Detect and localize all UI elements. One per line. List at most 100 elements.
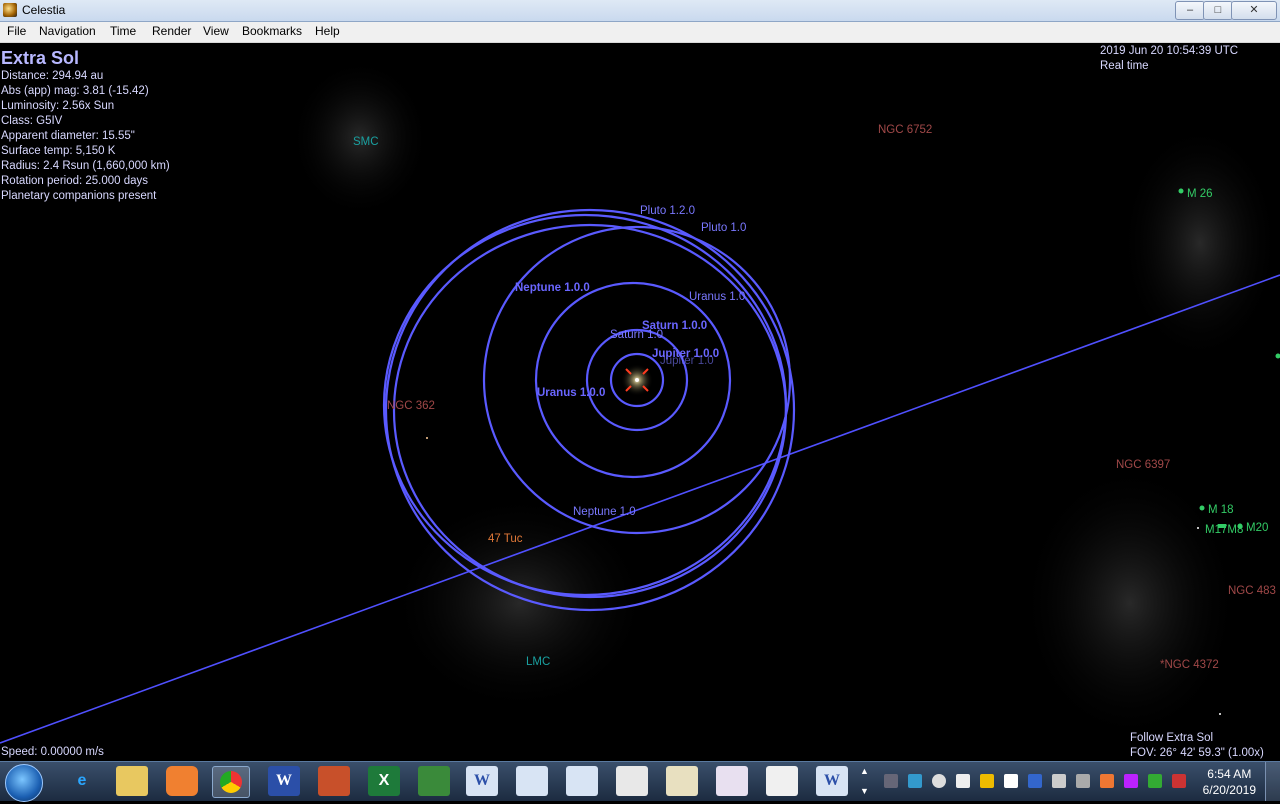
powerpoint-icon[interactable]: [318, 766, 350, 796]
label-ngc-483x[interactable]: NGC 483: [1228, 585, 1276, 597]
menu-bar: File Navigation Time Render View Bookmar…: [0, 22, 1280, 43]
clock-date: 6/20/2019: [1203, 782, 1256, 798]
label-ngc-4372[interactable]: *NGC 4372: [1160, 659, 1219, 671]
label-ngc-6752[interactable]: NGC 6752: [878, 124, 932, 136]
label-lmc[interactable]: LMC: [526, 656, 550, 668]
info-rotation-period: Rotation period: 25.000 days: [1, 174, 170, 189]
document-icon[interactable]: [566, 766, 598, 796]
m18-marker: [1200, 506, 1205, 511]
time-panel: 2019 Jun 20 10:54:39 UTC Real time: [1100, 44, 1238, 74]
media-player-icon[interactable]: [166, 766, 198, 796]
label-pluto-a[interactable]: Pluto 1.2.0: [640, 205, 695, 217]
tray-app-icon[interactable]: [1124, 774, 1138, 788]
volume-icon[interactable]: [1052, 774, 1066, 788]
document-icon[interactable]: [716, 766, 748, 796]
minimize-button[interactable]: –: [1175, 1, 1205, 20]
faint-star-3: [1197, 527, 1199, 529]
window-titlebar: Celestia – □ ✕: [0, 0, 1280, 22]
space-view[interactable]: Extra Sol Distance: 294.94 au Abs (app) …: [0, 43, 1280, 761]
label-neptune-a[interactable]: Neptune 1.0.0: [515, 282, 590, 294]
label-pluto-b[interactable]: Pluto 1.0: [701, 222, 746, 234]
label-jupiter-b[interactable]: Jupiter 1.0: [660, 355, 714, 367]
close-button[interactable]: ✕: [1231, 1, 1277, 20]
label-uranus-b[interactable]: Uranus 1.0.0: [537, 387, 605, 399]
label-m18[interactable]: M 18: [1208, 504, 1234, 516]
chrome-icon[interactable]: [212, 766, 250, 798]
label-ngc-6397[interactable]: NGC 6397: [1116, 459, 1170, 471]
star-core: [635, 378, 639, 382]
celestia-app-icon[interactable]: [3, 3, 17, 17]
tray-cloud-icon[interactable]: [908, 774, 922, 788]
speed-readout: Speed: 0.00000 m/s: [1, 745, 104, 760]
menu-navigation[interactable]: Navigation: [39, 24, 96, 38]
security-icon[interactable]: [980, 774, 994, 788]
info-surface-temp: Surface temp: 5,150 K: [1, 144, 170, 159]
dropbox-icon[interactable]: [956, 774, 970, 788]
signal-icon[interactable]: [1076, 774, 1090, 788]
faint-star: [426, 437, 428, 439]
excel-icon[interactable]: X: [368, 766, 400, 796]
tray-alert-icon[interactable]: [1172, 774, 1186, 788]
word-icon[interactable]: W: [268, 766, 300, 796]
simulation-date: 2019 Jun 20 10:54:39 UTC: [1100, 44, 1238, 59]
document-icon[interactable]: [516, 766, 548, 796]
tray-app-icon[interactable]: [884, 774, 898, 788]
orbit-renderer: [0, 43, 1280, 761]
document-icon[interactable]: [616, 766, 648, 796]
info-luminosity: Luminosity: 2.56x Sun: [1, 99, 170, 114]
time-mode: Real time: [1100, 59, 1238, 74]
milky-way-patch-2: [1020, 463, 1240, 743]
info-magnitude: Abs (app) mag: 3.81 (-15.42): [1, 84, 170, 99]
publisher-icon[interactable]: [418, 766, 450, 796]
info-class: Class: G5IV: [1, 114, 170, 129]
action-center-flag-icon[interactable]: [1004, 774, 1018, 788]
info-distance: Distance: 294.94 au: [1, 69, 170, 84]
menu-file[interactable]: File: [7, 24, 26, 38]
tray-tool-icon[interactable]: [1100, 774, 1114, 788]
menu-bookmarks[interactable]: Bookmarks: [242, 24, 302, 38]
menu-help[interactable]: Help: [315, 24, 340, 38]
menu-view[interactable]: View: [203, 24, 229, 38]
faint-star-2: [1219, 713, 1221, 715]
m26-marker: [1179, 189, 1184, 194]
tray-scroll-icon[interactable]: ▲▼: [860, 766, 870, 796]
maximize-button[interactable]: □: [1203, 1, 1233, 20]
info-radius: Radius: 2.4 Rsun (1,660,000 km): [1, 159, 170, 174]
milky-way-patch: [1120, 123, 1280, 363]
window-title: Celestia: [22, 3, 65, 17]
label-m20[interactable]: M20: [1246, 522, 1268, 534]
clock-time: 6:54 AM: [1203, 766, 1256, 782]
word-document-icon[interactable]: W: [466, 766, 498, 796]
windows-taskbar: e W X W W ▲▼ 6:54 AM 6/20/2019: [0, 761, 1280, 801]
fov-readout: FOV: 26° 42' 59.3" (1.00x): [1130, 746, 1264, 761]
view-status: Follow Extra Sol FOV: 26° 42' 59.3" (1.0…: [1130, 731, 1264, 761]
tray-status-icon[interactable]: [1148, 774, 1162, 788]
label-m26[interactable]: M 26: [1187, 188, 1213, 200]
internet-explorer-icon[interactable]: e: [66, 766, 98, 796]
label-m17-m8[interactable]: M17M8: [1205, 524, 1243, 536]
info-planetary-companions: Planetary companions present: [1, 189, 170, 204]
onedrive-icon[interactable]: [932, 774, 946, 788]
document-icon[interactable]: [766, 766, 798, 796]
object-info-panel: Distance: 294.94 au Abs (app) mag: 3.81 …: [1, 69, 170, 204]
show-desktop-button[interactable]: [1265, 762, 1280, 801]
label-ngc-362[interactable]: NGC 362: [387, 400, 435, 412]
start-button[interactable]: [5, 764, 43, 802]
selected-object-name: Extra Sol: [1, 48, 79, 69]
menu-render[interactable]: Render: [152, 24, 191, 38]
label-smc[interactable]: SMC: [353, 136, 379, 148]
label-saturn-b[interactable]: Saturn 1.0: [610, 329, 663, 341]
menu-time[interactable]: Time: [110, 24, 136, 38]
document-icon[interactable]: [666, 766, 698, 796]
system-clock[interactable]: 6:54 AM 6/20/2019: [1203, 766, 1256, 798]
network-device-icon[interactable]: [1028, 774, 1042, 788]
info-apparent-diameter: Apparent diameter: 15.55": [1, 129, 170, 144]
follow-status: Follow Extra Sol: [1130, 731, 1264, 746]
label-neptune-b[interactable]: Neptune 1.0: [573, 506, 636, 518]
label-uranus-a[interactable]: Uranus 1.0: [689, 291, 745, 303]
file-explorer-icon[interactable]: [116, 766, 148, 796]
system-tray: ▲▼ 6:54 AM 6/20/2019: [860, 762, 1280, 801]
edge-marker: [1276, 354, 1280, 359]
label-47-tuc[interactable]: 47 Tuc: [488, 533, 523, 545]
word-document-icon[interactable]: W: [816, 766, 848, 796]
